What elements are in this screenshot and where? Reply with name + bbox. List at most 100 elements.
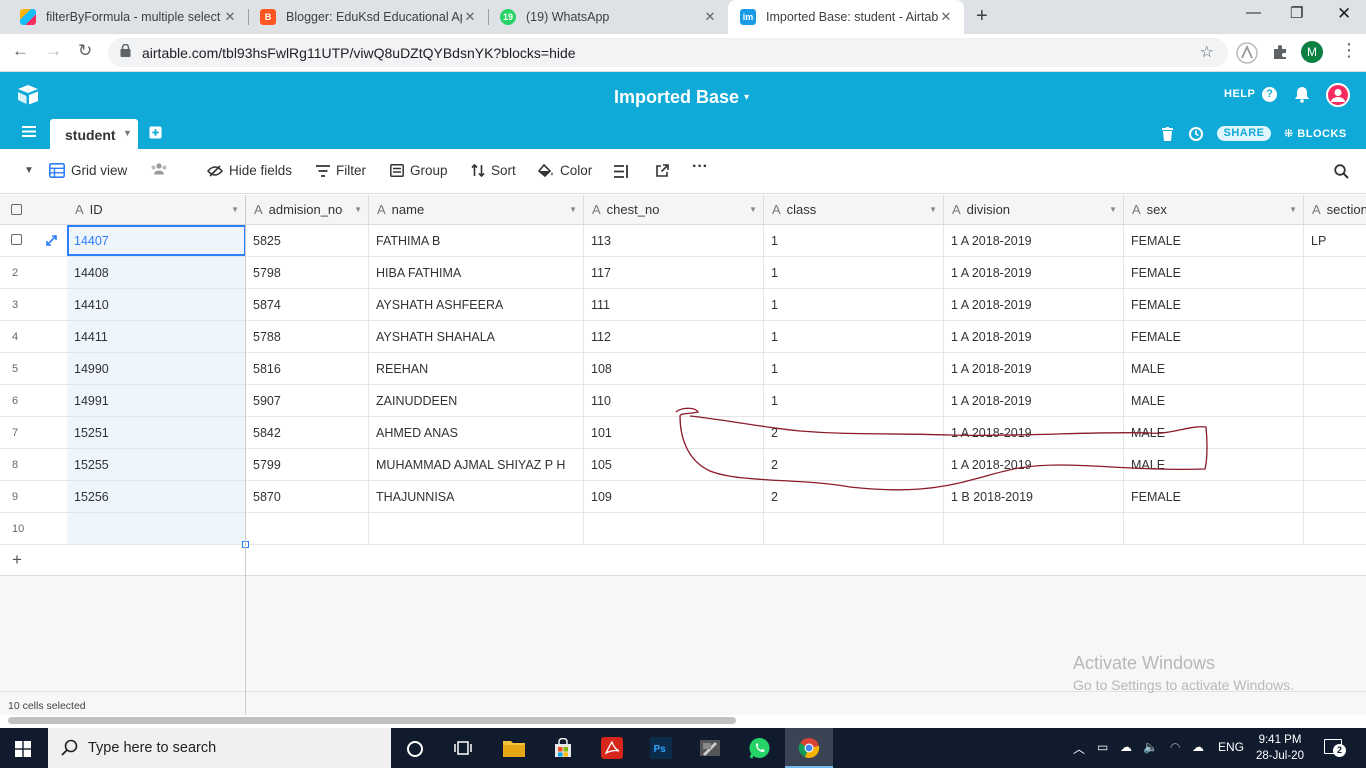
system-clock[interactable]: 9:41 PM 28-Jul-20: [1255, 732, 1305, 764]
filter-icon: [316, 164, 330, 177]
filter-label: Filter: [336, 163, 366, 178]
search-placeholder: Type here to search: [88, 740, 217, 756]
windows-taskbar: Type here to search Ps ︿ ▭ ☁ 🔈 ◠ ☁ ENG 9…: [0, 728, 1366, 768]
data-grid: A ID ▼ Aadmision_no ▼ Aname ▼ Achest_no ▼ Acl…: [0, 195, 1366, 728]
back-arrow-icon[interactable]: ←: [12, 41, 29, 61]
task-view-icon[interactable]: [454, 740, 472, 756]
app-tool-icon[interactable]: [699, 737, 721, 759]
browser-tab-airtable[interactable]: im Imported Base: student - Airtable ✕: [728, 0, 964, 34]
group-button[interactable]: Group: [390, 163, 448, 178]
wifi-icon[interactable]: ◠: [1170, 740, 1180, 754]
more-options-icon[interactable]: ···: [692, 158, 708, 176]
tray-chevron-up-icon[interactable]: ︿: [1073, 740, 1085, 757]
collaborators-icon[interactable]: [150, 163, 174, 175]
share-view-icon[interactable]: [655, 164, 669, 178]
onedrive-cloud-icon[interactable]: ☁: [1120, 740, 1132, 754]
help-question-icon[interactable]: ?: [1262, 87, 1277, 102]
blocks-button[interactable]: ⁜ BLOCKS: [1284, 127, 1347, 140]
address-bar[interactable]: airtable.com/tbl93hsFwlRg11UTP/viwQ8uDZt…: [108, 38, 1228, 67]
trash-icon[interactable]: [1162, 127, 1173, 141]
windows-start-icon[interactable]: [15, 741, 31, 757]
chrome-taskbar-button[interactable]: [785, 728, 833, 768]
profile-avatar[interactable]: M: [1301, 41, 1323, 63]
blocks-icon: ⁜: [1284, 128, 1294, 140]
table-name: student: [65, 127, 116, 143]
chrome-icon: [798, 738, 820, 758]
clock-date: 28-Jul-20: [1256, 750, 1304, 762]
maximize-button[interactable]: ❐: [1290, 4, 1303, 22]
cell-admision-no[interactable]: [246, 513, 369, 544]
user-avatar-icon[interactable]: [1326, 83, 1350, 107]
hide-fields-button[interactable]: Hide fields: [207, 163, 292, 178]
notification-center-button[interactable]: 2: [1324, 739, 1346, 757]
table-row[interactable]: 10: [0, 513, 1366, 545]
browser-tab-filterbyformula[interactable]: filterByFormula - multiple select - ✕: [8, 0, 248, 34]
horizontal-scrollbar[interactable]: [8, 717, 736, 724]
hamburger-menu-icon[interactable]: [22, 126, 36, 137]
tab-close-icon[interactable]: ✕: [938, 9, 954, 25]
table-tab-student[interactable]: student ▼: [50, 119, 138, 149]
browser-menu-icon[interactable]: ⋮: [1340, 40, 1358, 61]
minimize-button[interactable]: —: [1246, 4, 1261, 21]
views-sidebar-toggle-icon[interactable]: ▼: [24, 165, 34, 176]
tab-close-icon[interactable]: ✕: [222, 9, 238, 25]
history-icon[interactable]: [1188, 126, 1204, 142]
browser-toolbar: ← → ↻ airtable.com/tbl93hsFwlRg11UTP/viw…: [0, 34, 1366, 72]
blocks-label: BLOCKS: [1297, 128, 1347, 140]
new-tab-button[interactable]: +: [976, 5, 988, 28]
search-icon[interactable]: [1334, 164, 1349, 179]
sort-label: Sort: [491, 163, 516, 178]
add-table-icon[interactable]: [149, 126, 162, 139]
airtable-logo-icon[interactable]: [16, 84, 40, 106]
bookmark-star-icon[interactable]: ☆: [1200, 42, 1214, 62]
sort-button[interactable]: Sort: [471, 163, 516, 178]
input-language[interactable]: ENG: [1218, 740, 1244, 754]
taskbar-search-box[interactable]: Type here to search: [48, 728, 391, 768]
share-button[interactable]: SHARE: [1217, 126, 1271, 141]
tab-close-icon[interactable]: ✕: [462, 9, 478, 25]
cortana-icon[interactable]: [406, 740, 424, 758]
lock-icon: [120, 44, 131, 57]
upload-cloud-icon[interactable]: ☁: [1192, 740, 1204, 754]
add-record-button[interactable]: +: [0, 545, 1366, 576]
group-icon: [390, 164, 404, 177]
file-explorer-icon[interactable]: [503, 739, 525, 757]
cell-section[interactable]: [1304, 513, 1366, 544]
notification-count: 2: [1333, 744, 1346, 757]
cell-sex[interactable]: [1124, 513, 1304, 544]
cell-id[interactable]: [67, 513, 246, 544]
extension-a-icon[interactable]: [1236, 42, 1258, 64]
cell-class[interactable]: [764, 513, 944, 544]
volume-icon[interactable]: 🔈: [1143, 740, 1158, 754]
microsoft-store-icon[interactable]: [553, 738, 573, 758]
grid-view-icon: [49, 163, 65, 178]
battery-icon[interactable]: ▭: [1097, 740, 1108, 754]
cell-division[interactable]: [944, 513, 1124, 544]
tab-title: Blogger: EduKsd Educational App: [286, 10, 462, 24]
window-close-button[interactable]: ✕: [1337, 4, 1351, 24]
photoshop-icon[interactable]: Ps: [650, 737, 672, 759]
help-label[interactable]: HELP: [1224, 88, 1255, 100]
blogger-icon: B: [260, 9, 276, 25]
hide-fields-label: Hide fields: [229, 163, 293, 178]
reload-icon[interactable]: ↻: [78, 41, 92, 61]
extensions-puzzle-icon[interactable]: [1272, 44, 1288, 60]
row-height-icon[interactable]: [614, 165, 629, 178]
acrobat-reader-icon[interactable]: [601, 737, 623, 759]
view-toolbar: ▼ Grid view Hide fields Filter Group Sor…: [0, 149, 1366, 194]
tab-close-icon[interactable]: ✕: [702, 9, 718, 25]
whatsapp-taskbar-icon[interactable]: [748, 737, 771, 760]
view-switcher[interactable]: Grid view: [49, 163, 127, 178]
browser-tab-whatsapp[interactable]: 19 (19) WhatsApp ✕: [488, 0, 728, 34]
bell-icon[interactable]: [1294, 86, 1310, 103]
base-name-menu[interactable]: Imported Base ▾: [614, 87, 749, 108]
cell-name[interactable]: [369, 513, 584, 544]
cell-chest-no[interactable]: [584, 513, 764, 544]
forward-arrow-icon[interactable]: →: [45, 41, 62, 61]
watermark-subtitle: Go to Settings to activate Windows.: [1073, 677, 1294, 693]
filter-button[interactable]: Filter: [316, 163, 366, 178]
color-button[interactable]: Color: [538, 163, 592, 178]
browser-tab-strip: filterByFormula - multiple select - ✕ B …: [0, 0, 1366, 34]
browser-tab-blogger[interactable]: B Blogger: EduKsd Educational App ✕: [248, 0, 488, 34]
tab-title: (19) WhatsApp: [526, 10, 610, 24]
